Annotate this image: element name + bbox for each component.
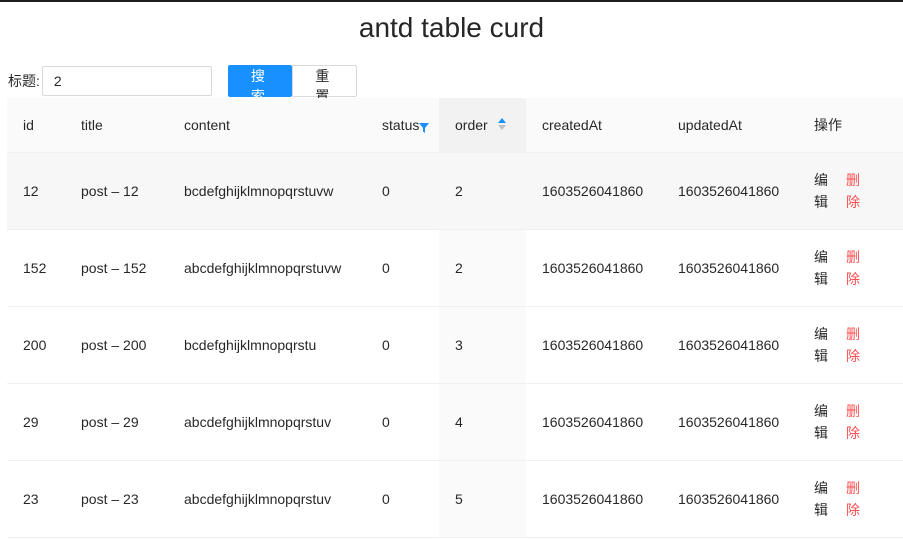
cell-actions: 编辑 删除 xyxy=(798,383,903,461)
cell-status: 0 xyxy=(366,306,439,384)
row-actions: 编辑 删除 xyxy=(814,477,887,521)
cell-status: 0 xyxy=(366,460,439,538)
search-label: 标题: xyxy=(8,73,40,89)
delete-link[interactable]: 删除 xyxy=(846,246,860,290)
cell-order: 4 xyxy=(439,383,526,461)
cell-updatedAt: 1603526041860 xyxy=(662,306,798,384)
cell-title: post – 152 xyxy=(65,229,168,307)
cell-updatedAt: 1603526041860 xyxy=(662,460,798,538)
cell-order: 2 xyxy=(439,152,526,230)
delete-link[interactable]: 删除 xyxy=(846,477,860,521)
cell-createdAt: 1603526041860 xyxy=(526,383,662,461)
cell-actions: 编辑 删除 xyxy=(798,229,903,307)
cell-order: 3 xyxy=(439,306,526,384)
search-form: 标题: 搜索 重置 xyxy=(8,64,357,104)
column-header-status: status xyxy=(366,98,439,153)
edit-link[interactable]: 编辑 xyxy=(814,477,828,521)
table-row: 200 post – 200 bcdefghijklmnopqrstu 0 3 16035… xyxy=(7,306,903,384)
cell-order: 5 xyxy=(439,460,526,538)
column-header-updatedAt: updatedAt xyxy=(662,98,798,153)
table-row: 29 post – 29 abcdefghijklmnopqrstuv 0 4 16035… xyxy=(7,383,903,461)
search-button[interactable]: 搜索 xyxy=(227,65,292,104)
column-header-order[interactable]: order xyxy=(439,98,526,153)
column-header-id: id xyxy=(7,98,65,153)
cell-order: 2 xyxy=(439,229,526,307)
cell-title: post – 23 xyxy=(65,460,168,538)
cell-content: abcdefghijklmnopqrstuv xyxy=(168,460,366,538)
column-header-content: content xyxy=(168,98,366,153)
page-title: antd table curd xyxy=(358,12,545,43)
cell-id: 200 xyxy=(7,306,65,384)
cell-updatedAt: 1603526041860 xyxy=(662,383,798,461)
table-row: 12 post – 12 bcdefghijklmnopqrstuvw 0 2 16035… xyxy=(7,152,903,230)
table-row: 23 post – 23 abcdefghijklmnopqrstuv 0 5 16035… xyxy=(7,460,903,538)
row-actions: 编辑 删除 xyxy=(814,400,887,444)
column-header-createdAt: createdAt xyxy=(526,98,662,153)
row-actions: 编辑 删除 xyxy=(814,323,887,367)
delete-link[interactable]: 删除 xyxy=(846,323,860,367)
column-header-actions: 操作 xyxy=(798,98,903,153)
edit-link[interactable]: 编辑 xyxy=(814,246,828,290)
delete-link[interactable]: 删除 xyxy=(846,169,860,213)
reset-button[interactable]: 重置 xyxy=(291,65,357,104)
filter-icon[interactable] xyxy=(419,120,430,133)
cell-createdAt: 1603526041860 xyxy=(526,306,662,384)
cell-createdAt: 1603526041860 xyxy=(526,229,662,307)
table-body: 12 post – 12 bcdefghijklmnopqrstuvw 0 2 16035… xyxy=(7,152,903,538)
cell-content: abcdefghijklmnopqrstuvw xyxy=(168,229,366,307)
edit-link[interactable]: 编辑 xyxy=(814,323,828,367)
sort-icon[interactable] xyxy=(497,117,506,130)
cell-content: bcdefghijklmnopqrstuvw xyxy=(168,152,366,230)
cell-content: abcdefghijklmnopqrstuv xyxy=(168,383,366,461)
cell-id: 29 xyxy=(7,383,65,461)
cell-actions: 编辑 删除 xyxy=(798,460,903,538)
edit-link[interactable]: 编辑 xyxy=(814,400,828,444)
cell-actions: 编辑 删除 xyxy=(798,306,903,384)
edit-link[interactable]: 编辑 xyxy=(814,169,828,213)
row-actions: 编辑 删除 xyxy=(814,246,887,290)
column-header-status-label: status xyxy=(382,116,420,133)
cell-id: 23 xyxy=(7,460,65,538)
cell-createdAt: 1603526041860 xyxy=(526,460,662,538)
delete-link[interactable]: 删除 xyxy=(846,400,860,444)
table-header-row: id title content status order createdAt … xyxy=(7,98,903,153)
cell-title: post – 29 xyxy=(65,383,168,461)
cell-content: bcdefghijklmnopqrstu xyxy=(168,306,366,384)
cell-actions: 编辑 删除 xyxy=(798,152,903,230)
cell-updatedAt: 1603526041860 xyxy=(662,229,798,307)
cell-createdAt: 1603526041860 xyxy=(526,152,662,230)
column-header-order-label: order xyxy=(455,116,488,133)
column-header-title: title xyxy=(65,98,168,153)
cell-status: 0 xyxy=(366,383,439,461)
row-actions: 编辑 删除 xyxy=(814,169,887,213)
title-search-input[interactable] xyxy=(41,66,212,96)
table-row: 152 post – 152 abcdefghijklmnopqrstuvw 0 2 16… xyxy=(7,229,903,307)
cell-title: post – 200 xyxy=(65,306,168,384)
cell-updatedAt: 1603526041860 xyxy=(662,152,798,230)
cell-id: 12 xyxy=(7,152,65,230)
cell-status: 0 xyxy=(366,152,439,230)
posts-table: id title content status order createdAt … xyxy=(7,98,903,538)
cell-id: 152 xyxy=(7,229,65,307)
cell-title: post – 12 xyxy=(65,152,168,230)
cell-status: 0 xyxy=(366,229,439,307)
